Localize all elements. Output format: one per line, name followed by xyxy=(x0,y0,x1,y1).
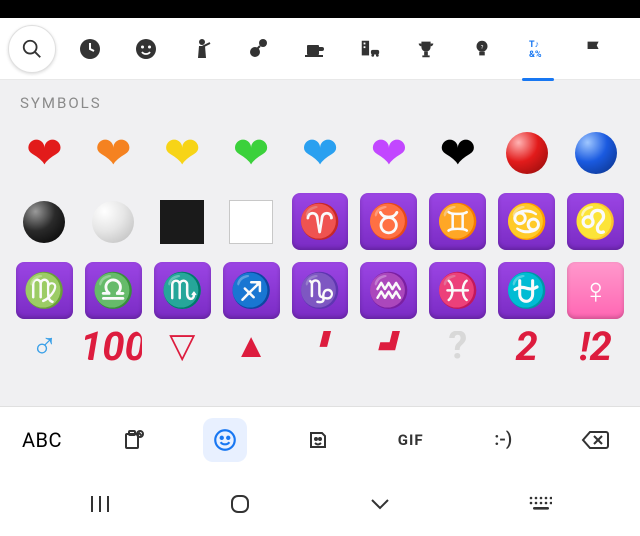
section-label: SYMBOLS xyxy=(0,80,640,120)
bulb-icon: ? xyxy=(471,38,493,60)
category-nature[interactable] xyxy=(236,27,280,71)
keyboard-icon xyxy=(528,495,552,513)
emoji-row: ♍ ♎ ♏ ♐ ♑ ♒ ♓ ⛎ ♀ xyxy=(16,262,624,319)
category-people[interactable] xyxy=(180,27,224,71)
emoji-sagittarius[interactable]: ♐ xyxy=(223,262,280,319)
nav-home[interactable] xyxy=(216,480,264,528)
emoji-aries[interactable]: ♈ xyxy=(292,193,349,250)
smiley-icon xyxy=(212,427,238,453)
svg-text:?: ? xyxy=(481,45,484,51)
emoji-triangle-up[interactable]: ▲ xyxy=(223,331,280,361)
emoji-male-sign[interactable]: ♂ xyxy=(16,331,73,361)
svg-text:&%: &% xyxy=(529,50,542,60)
emoji-virgo[interactable]: ♍ xyxy=(16,262,73,319)
flower-icon xyxy=(246,37,270,61)
system-nav-bar xyxy=(0,472,640,536)
emoji-exclaim-bold[interactable]: ┛ xyxy=(360,331,417,361)
sticker-mode-button[interactable] xyxy=(296,418,340,462)
building-car-icon xyxy=(359,38,381,60)
emoji-orange-heart[interactable]: ❤ xyxy=(85,124,142,181)
nav-recents[interactable] xyxy=(76,480,124,528)
emoji-ophiuchus[interactable]: ⛎ xyxy=(498,262,555,319)
backspace-icon xyxy=(581,428,611,452)
sticker-icon xyxy=(306,428,330,452)
chevron-down-icon xyxy=(369,497,391,511)
trophy-icon xyxy=(415,38,437,60)
emoji-capricorn[interactable]: ♑ xyxy=(292,262,349,319)
status-bar xyxy=(0,0,640,18)
emoji-category-row: ? T♪&% xyxy=(0,18,640,80)
keyboard-toolbar: ABC GIF :-) xyxy=(0,406,640,472)
emoji-aquarius[interactable]: ♒ xyxy=(360,262,417,319)
emoji-cancer[interactable]: ♋ xyxy=(498,193,555,250)
category-smileys[interactable] xyxy=(124,27,168,71)
flag-icon xyxy=(583,38,605,60)
category-objects[interactable]: ? xyxy=(460,27,504,71)
search-button[interactable] xyxy=(8,25,56,73)
emoticon-mode-button[interactable]: :-) xyxy=(481,418,525,462)
emoji-black-square[interactable] xyxy=(154,193,211,250)
category-symbols[interactable]: T♪&% xyxy=(516,27,560,71)
emoji-leo[interactable]: ♌ xyxy=(567,193,624,250)
svg-text:T♪: T♪ xyxy=(529,40,539,50)
clipboard-icon xyxy=(121,428,145,452)
emoji-exclaim[interactable]: ╹ xyxy=(292,331,349,361)
emoji-triangle-down[interactable]: ▽ xyxy=(154,331,211,361)
emoji-libra[interactable]: ♎ xyxy=(85,262,142,319)
backspace-button[interactable] xyxy=(574,418,618,462)
emoji-question-white[interactable]: ? xyxy=(429,331,486,361)
emoji-white-circle[interactable] xyxy=(85,193,142,250)
smiley-icon xyxy=(134,37,158,61)
category-recent[interactable] xyxy=(68,27,112,71)
nav-back[interactable] xyxy=(356,480,404,528)
emoji-green-heart[interactable]: ❤ xyxy=(223,124,280,181)
emoji-blue-heart[interactable]: ❤ xyxy=(292,124,349,181)
nav-hide-keyboard[interactable] xyxy=(516,480,564,528)
emoji-black-heart[interactable]: ❤ xyxy=(429,124,486,181)
recents-icon xyxy=(88,494,112,514)
emoji-row: ♈ ♉ ♊ ♋ ♌ xyxy=(16,193,624,250)
symbols-icon: T♪&% xyxy=(526,37,550,61)
emoji-female-sign[interactable]: ♀ xyxy=(567,262,624,319)
emoji-gemini[interactable]: ♊ xyxy=(429,193,486,250)
home-icon xyxy=(228,492,252,516)
clock-icon xyxy=(78,37,102,61)
emoji-blue-circle[interactable] xyxy=(567,124,624,181)
abc-button[interactable]: ABC xyxy=(22,428,62,452)
emoji-red-circle[interactable] xyxy=(498,124,555,181)
gif-mode-button[interactable]: GIF xyxy=(389,418,433,462)
emoji-pisces[interactable]: ♓ xyxy=(429,262,486,319)
emoji-hundred[interactable]: 100 xyxy=(85,331,142,361)
category-flags[interactable] xyxy=(572,27,616,71)
emoji-digit-2[interactable]: 2 xyxy=(498,331,555,361)
emoji-purple-heart[interactable]: ❤ xyxy=(360,124,417,181)
emoji-row: ♂ 100 ▽ ▲ ╹ ┛ ? 2 !2 xyxy=(16,331,624,361)
emoji-white-square[interactable] xyxy=(223,193,280,250)
emoji-digit-12[interactable]: !2 xyxy=(567,331,624,361)
emoji-mode-button[interactable] xyxy=(203,418,247,462)
category-food[interactable] xyxy=(292,27,336,71)
emoji-black-circle[interactable] xyxy=(16,193,73,250)
emoji-red-heart[interactable]: ❤ xyxy=(16,124,73,181)
emoji-yellow-heart[interactable]: ❤ xyxy=(154,124,211,181)
emoji-taurus[interactable]: ♉ xyxy=(360,193,417,250)
category-activity[interactable] xyxy=(404,27,448,71)
person-icon xyxy=(190,37,214,61)
clipboard-button[interactable] xyxy=(111,418,155,462)
search-icon xyxy=(21,38,43,60)
emoji-row: ❤ ❤ ❤ ❤ ❤ ❤ ❤ xyxy=(16,124,624,181)
cup-icon xyxy=(302,37,326,61)
category-travel[interactable] xyxy=(348,27,392,71)
emoji-scorpio[interactable]: ♏ xyxy=(154,262,211,319)
emoji-grid: ❤ ❤ ❤ ❤ ❤ ❤ ❤ ♈ ♉ ♊ ♋ ♌ ♍ ♎ ♏ ♐ ♑ ♒ ♓ ⛎ … xyxy=(0,120,640,373)
